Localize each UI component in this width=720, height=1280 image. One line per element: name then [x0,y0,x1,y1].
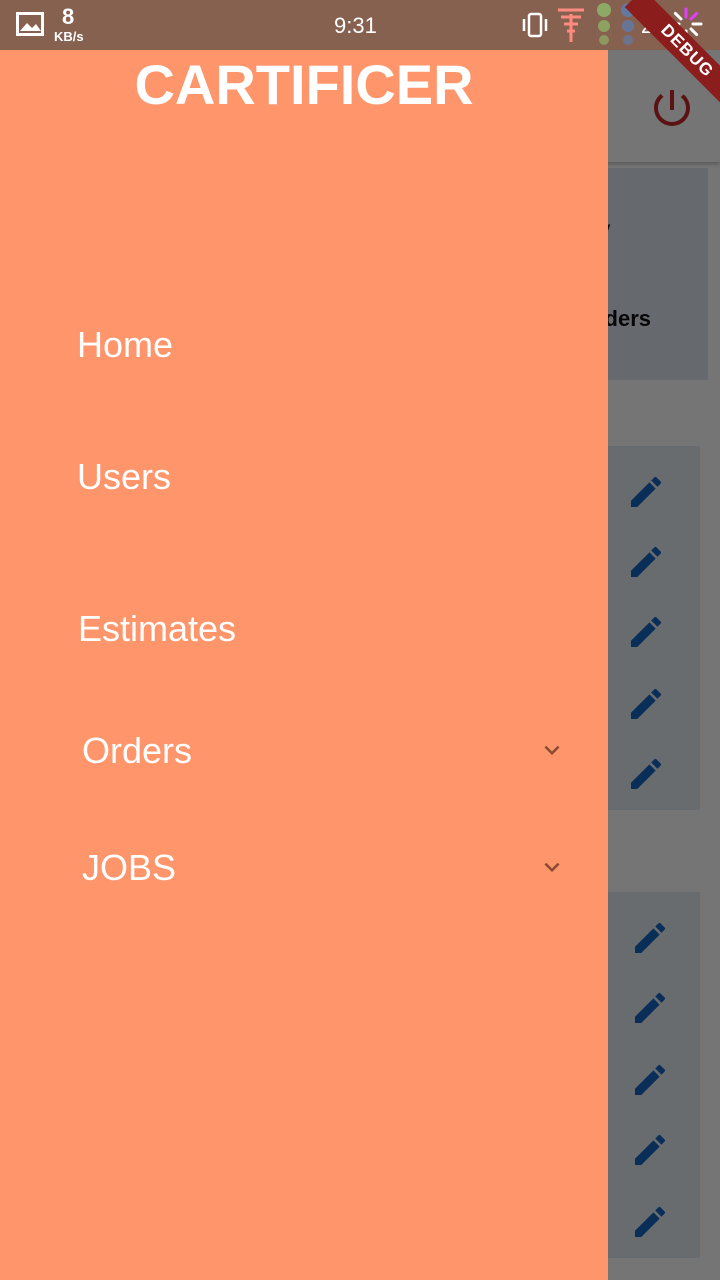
nav-item-label: JOBS [82,847,177,888]
signal-icon [558,8,584,42]
nav-item-label: Estimates [78,608,237,649]
nav-item-users[interactable]: Users [77,456,171,498]
chevron-down-icon[interactable] [537,735,567,765]
drawer-title: CARTIFICER [134,53,474,116]
navigation-drawer: CARTIFICER Home Users Estimates Orders J… [0,50,608,1280]
nav-item-label: Users [77,456,172,497]
status-bar: 8 KB/s 9:31 22 [0,0,720,50]
nav-item-home[interactable]: Home [77,324,173,366]
nav-item-label: Home [77,324,174,365]
network-speed-value: 8 [62,4,75,29]
nav-item-label: Orders [82,730,193,771]
clock: 9:31 [334,13,377,38]
nav-item-orders[interactable]: Orders [82,730,192,772]
vibrate-icon [522,12,548,38]
network-speed-unit: KB/s [54,29,84,44]
nav-item-jobs[interactable]: JOBS [82,847,176,889]
chevron-down-icon[interactable] [537,852,567,882]
image-icon [16,12,44,36]
nav-item-estimates[interactable]: Estimates [78,608,236,650]
